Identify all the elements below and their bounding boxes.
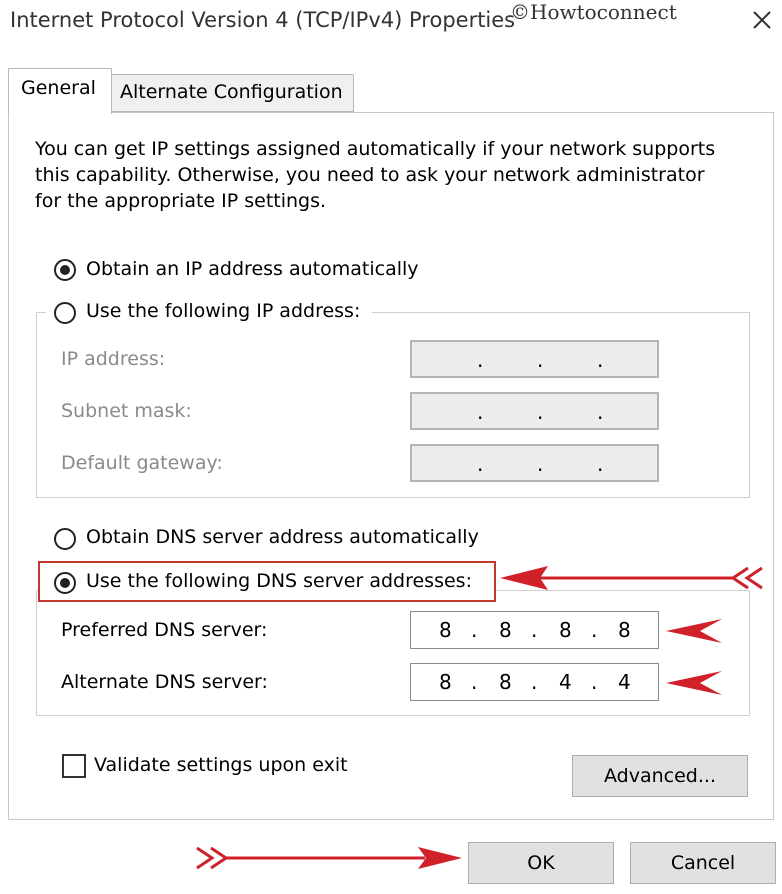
arrow-to-ok-button-icon <box>196 846 462 870</box>
annotation-layer <box>196 566 763 870</box>
tab-general[interactable]: General <box>8 68 112 114</box>
arrow-to-dns-option-icon <box>500 566 763 590</box>
arrow-preferred-dns-icon <box>666 619 722 643</box>
arrow-alternate-dns-icon <box>666 671 722 695</box>
